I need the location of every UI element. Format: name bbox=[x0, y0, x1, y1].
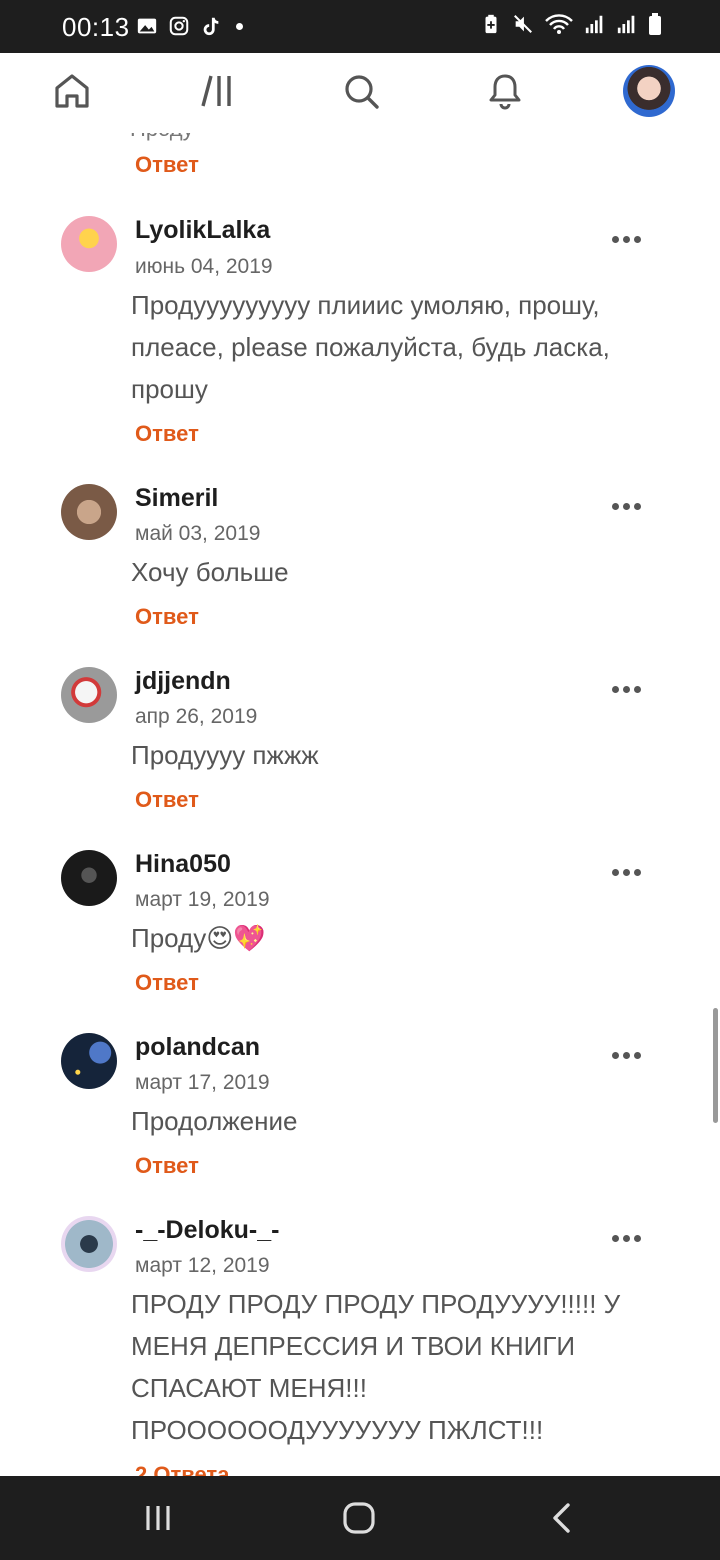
more-options-button[interactable] bbox=[612, 866, 644, 878]
wifi-icon bbox=[545, 14, 573, 34]
home-system-button[interactable] bbox=[335, 1496, 383, 1540]
comment-username[interactable]: LyolikLalka bbox=[135, 216, 270, 245]
more-options-button[interactable] bbox=[612, 1049, 644, 1061]
search-button[interactable] bbox=[337, 67, 385, 115]
avatar[interactable] bbox=[61, 667, 117, 723]
recent-apps-button[interactable] bbox=[134, 1496, 182, 1540]
comment-date: март 12, 2019 bbox=[135, 1254, 270, 1277]
reply-link[interactable]: Ответ bbox=[135, 970, 199, 996]
more-options-button[interactable] bbox=[612, 500, 644, 512]
notification-dot-icon bbox=[236, 22, 243, 30]
library-button[interactable] bbox=[194, 67, 242, 115]
top-navigation bbox=[0, 53, 720, 133]
reply-link[interactable]: Ответ bbox=[135, 152, 199, 178]
signal-icon bbox=[585, 15, 603, 34]
comment-text: ПРОДУ ПРОДУ ПРОДУ ПРОДУУУУ!!!!! У МЕНЯ Д… bbox=[131, 1289, 621, 1445]
comment-username[interactable]: Simeril bbox=[135, 484, 218, 513]
comment-username[interactable]: jdjjendn bbox=[135, 667, 231, 696]
back-button[interactable] bbox=[538, 1496, 586, 1540]
avatar[interactable] bbox=[61, 484, 117, 540]
home-button-icon bbox=[343, 1502, 375, 1534]
back-icon bbox=[553, 1503, 570, 1533]
comment-text: Продолжение bbox=[131, 1106, 298, 1136]
avatar[interactable] bbox=[61, 1216, 117, 1272]
mute-icon bbox=[514, 15, 532, 33]
more-options-button[interactable] bbox=[612, 1232, 644, 1244]
reply-link[interactable]: Ответ bbox=[135, 1153, 199, 1179]
comment-date: март 17, 2019 bbox=[135, 1071, 270, 1094]
comment-text: Хочу больше bbox=[131, 557, 289, 587]
reply-link[interactable]: Ответ bbox=[135, 421, 199, 447]
status-icons-left bbox=[136, 14, 243, 38]
comment-date: март 19, 2019 bbox=[135, 888, 270, 911]
instagram-icon bbox=[169, 16, 189, 36]
more-options-button[interactable] bbox=[612, 683, 644, 695]
comment-username[interactable]: -_-Deloku-_- bbox=[135, 1216, 279, 1245]
home-button[interactable] bbox=[48, 67, 96, 115]
system-navigation-bar bbox=[0, 1476, 720, 1560]
comment-date: июнь 04, 2019 bbox=[135, 255, 273, 278]
comment-text: Продуууу пжжж bbox=[131, 740, 319, 770]
home-icon bbox=[55, 74, 89, 108]
status-icons-right bbox=[480, 12, 662, 36]
gallery-icon bbox=[137, 18, 157, 34]
bell-icon bbox=[489, 74, 521, 110]
more-options-button[interactable] bbox=[612, 233, 644, 245]
comment-username[interactable]: polandcan bbox=[135, 1033, 260, 1062]
notifications-button[interactable] bbox=[481, 67, 529, 115]
signal-icon bbox=[617, 15, 635, 34]
avatar[interactable] bbox=[61, 850, 117, 906]
reply-link[interactable]: Ответ bbox=[135, 604, 199, 630]
avatar[interactable] bbox=[61, 216, 117, 272]
search-icon bbox=[345, 75, 379, 109]
profile-avatar[interactable] bbox=[623, 65, 675, 117]
status-bar: 00:13 bbox=[0, 0, 720, 53]
battery-saver-icon bbox=[485, 14, 497, 34]
reply-link[interactable]: Ответ bbox=[135, 787, 199, 813]
scrollbar[interactable] bbox=[713, 1008, 718, 1123]
tiktok-icon bbox=[203, 17, 219, 36]
comment-text: Проду😍💖 bbox=[131, 923, 266, 953]
avatar[interactable] bbox=[61, 1033, 117, 1089]
comment-date: май 03, 2019 bbox=[135, 522, 261, 545]
comment-text: Продууууууууу плииис умоляю, прошу, плеа… bbox=[131, 290, 610, 404]
recent-apps-icon bbox=[146, 1506, 170, 1530]
comment-date: апр 26, 2019 bbox=[135, 705, 258, 728]
status-time: 00:13 bbox=[62, 12, 130, 42]
comment-username[interactable]: Hina050 bbox=[135, 850, 231, 879]
battery-icon bbox=[649, 13, 661, 35]
library-icon bbox=[201, 75, 231, 107]
